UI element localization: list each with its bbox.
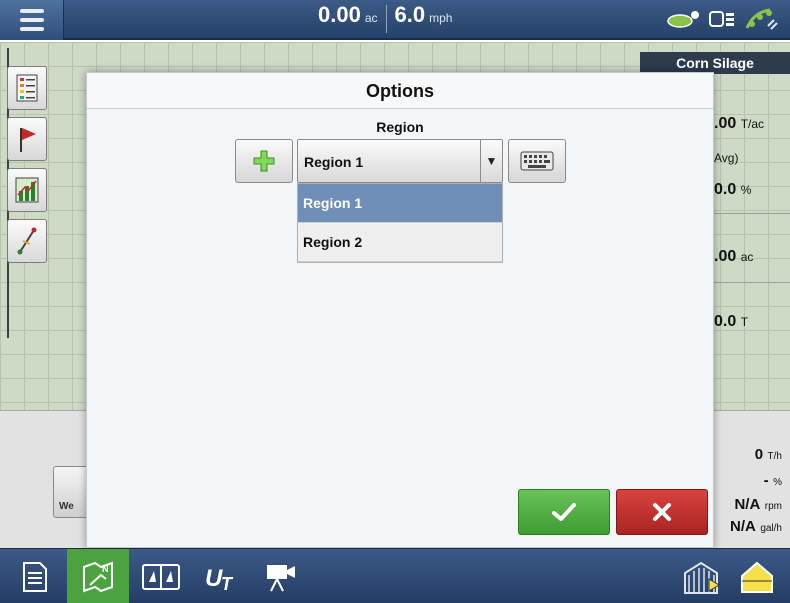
- speed-value: 6.0: [394, 2, 426, 27]
- field-map-icon: N: [83, 561, 113, 592]
- avg-label: Avg): [714, 151, 739, 165]
- x-icon: [653, 503, 671, 521]
- region-select[interactable]: Region 1 ▼: [297, 139, 503, 183]
- flag-icon: [20, 128, 36, 152]
- keyboard-icon: [520, 151, 554, 171]
- area-readout: .00 ac: [714, 248, 754, 265]
- nav-camera[interactable]: [250, 549, 312, 603]
- nav-split-view[interactable]: [130, 549, 192, 603]
- split-screen-icon: [142, 563, 180, 590]
- region-dropdown-list: Region 1 Region 2: [297, 183, 503, 263]
- house-field-icon: [741, 561, 773, 593]
- flow-gal-stat: N/A gal/h: [730, 518, 782, 535]
- video-camera-icon: [267, 564, 295, 591]
- moisture-stat: - %: [763, 472, 782, 489]
- menu-button[interactable]: [0, 0, 64, 40]
- display-connection-icon[interactable]: [708, 8, 736, 30]
- measure-icon: [17, 227, 37, 255]
- document-list-icon: [23, 561, 47, 592]
- yield-avg-readout: .00 T/ac: [714, 115, 765, 132]
- implement-icon[interactable]: [666, 8, 700, 30]
- dropdown-arrow-icon[interactable]: ▼: [480, 140, 502, 182]
- region-option[interactable]: Region 1: [298, 184, 502, 223]
- region-select-value: Region 1: [304, 154, 364, 170]
- rpm-stat: N/A rpm: [734, 496, 782, 513]
- chart-button[interactable]: [7, 168, 47, 212]
- hamburger-icon: [19, 9, 44, 13]
- nav-universal-terminal[interactable]: U T: [190, 549, 252, 603]
- total-readout: 0.0 T: [714, 313, 749, 330]
- top-status-bar: 0.00 ac 6.0 mph: [0, 0, 790, 40]
- map-toolbox: [7, 66, 49, 270]
- grain-bin-icon: [684, 561, 720, 594]
- svg-text:T: T: [221, 574, 234, 592]
- dialog-title: Options: [87, 73, 713, 109]
- region-option[interactable]: Region 2: [298, 223, 502, 262]
- options-dialog: Options Region Region 1 ▼ Region 1 Regio…: [86, 72, 714, 548]
- legend-button[interactable]: [7, 66, 47, 110]
- nav-harvest-grain[interactable]: [670, 549, 732, 603]
- bottom-navigation: N U T: [0, 548, 790, 603]
- nav-field-operation[interactable]: [726, 549, 788, 603]
- speed-unit: mph: [429, 11, 453, 25]
- svg-text:N: N: [102, 564, 109, 574]
- bar-chart-icon: [15, 177, 39, 203]
- status-icons: [666, 6, 780, 32]
- cancel-button[interactable]: [616, 489, 708, 535]
- ok-button[interactable]: [518, 489, 610, 535]
- measure-button[interactable]: [7, 219, 47, 263]
- nav-home[interactable]: [4, 549, 66, 603]
- region-label: Region: [376, 119, 424, 135]
- marker-flag-button[interactable]: [7, 117, 47, 161]
- field-readout: 0.00 ac 6.0 mph: [318, 2, 452, 36]
- weather-button-label: We: [59, 501, 74, 512]
- nav-map[interactable]: N: [67, 549, 129, 603]
- plus-icon: [253, 150, 275, 172]
- gps-satellite-icon[interactable]: [744, 6, 780, 32]
- moisture-readout: 0.0 %: [714, 181, 752, 198]
- area-unit: ac: [364, 11, 378, 25]
- keyboard-button[interactable]: [508, 139, 566, 183]
- area-value: 0.00: [318, 2, 361, 27]
- legend-icon: [16, 74, 38, 102]
- crop-label: Corn Silage: [640, 52, 790, 74]
- checkmark-icon: [552, 503, 576, 521]
- flow-rate-stat: 0 T/h: [754, 446, 782, 463]
- universal-terminal-icon: U T: [205, 565, 234, 592]
- add-region-button[interactable]: [235, 139, 293, 183]
